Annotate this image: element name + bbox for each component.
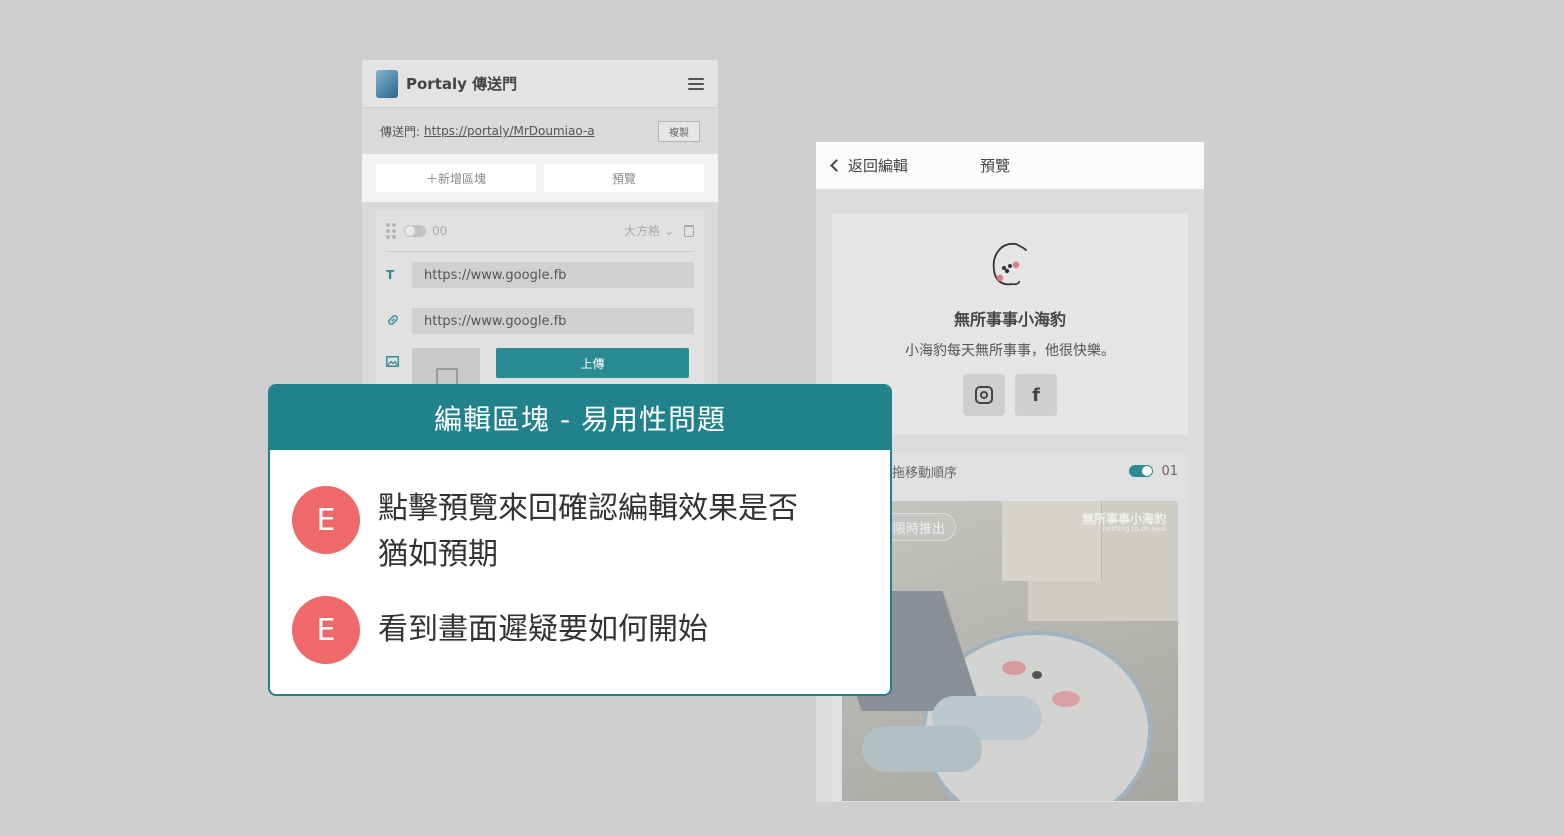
editor-actions: ＋新增區塊 預覽: [362, 154, 718, 202]
callout-item: E 看到畫面遲疑要如何開始: [292, 596, 818, 664]
editor-header: Portaly 傳送門: [362, 60, 718, 108]
link-icon: [386, 313, 412, 330]
seal-avatar: [986, 238, 1034, 290]
link-field-row: https://www.google.fb: [386, 298, 694, 344]
upload-button[interactable]: 上傳: [496, 348, 689, 378]
profile-name: 無所事事小海豹: [953, 310, 1066, 329]
back-label: 返回編輯: [848, 157, 909, 175]
instagram-button[interactable]: [963, 374, 1005, 416]
mat-nose: [1032, 671, 1042, 679]
drag-order-label: 拖移動順序: [892, 465, 958, 481]
evidence-badge: E: [292, 596, 360, 664]
media-block-index: 01: [1161, 463, 1178, 479]
block-visibility-toggle[interactable]: [404, 224, 426, 237]
back-to-edit-button[interactable]: 返回編輯: [830, 155, 909, 176]
chevron-left-icon: [830, 159, 843, 172]
product-photo[interactable]: 限時推出 無所事事小海豹 nothing to do seal: [842, 501, 1178, 801]
preview-title: 預覽: [980, 157, 1011, 175]
trash-icon[interactable]: [684, 224, 694, 237]
add-block-button[interactable]: ＋新增區塊: [376, 164, 536, 192]
image-icon: [386, 348, 412, 371]
copy-button[interactable]: 複製: [658, 120, 700, 142]
photo-watermark: 無所事事小海豹 nothing to do seal: [1081, 512, 1166, 534]
profile-description: 小海豹每天無所事事，他很快樂。: [905, 343, 1115, 359]
portal-label: 傳送門:: [380, 124, 421, 139]
portal-url-row: 傳送門: https://portaly/MrDoumiao-a 複製: [362, 108, 718, 154]
watermark-text: 無所事事小海豹: [1081, 512, 1166, 526]
editor-panel: Portaly 傳送門 傳送門: https://portaly/MrDoumi…: [362, 60, 718, 420]
mat-cheek-right: [1052, 691, 1080, 707]
media-visibility-toggle[interactable]: [1129, 465, 1154, 477]
evidence-badge: E: [292, 486, 360, 554]
menu-icon[interactable]: [688, 77, 704, 90]
usability-callout: 編輯區塊 - 易用性問題 E 點擊預覽來回確認編輯效果是否猶如預期 E 看到畫面…: [268, 384, 892, 696]
link-input[interactable]: https://www.google.fb: [412, 308, 694, 334]
app-name: Portaly 傳送門: [406, 75, 518, 93]
callout-item-text: 看到畫面遲疑要如何開始: [378, 612, 708, 647]
block-index: 00: [432, 223, 448, 238]
callout-title: 編輯區塊 - 易用性問題: [270, 386, 890, 450]
block-size-select[interactable]: 大方格 ⌄: [624, 222, 674, 239]
preview-button[interactable]: 預覽: [544, 164, 704, 192]
portaly-logo-icon: [376, 69, 398, 98]
callout-item: E 點擊預覽來回確認編輯效果是否猶如預期: [292, 486, 818, 578]
title-input[interactable]: https://www.google.fb: [412, 262, 694, 288]
text-icon: T: [386, 268, 395, 282]
title-field-row: T https://www.google.fb: [386, 252, 694, 298]
slipper-left: [862, 726, 982, 772]
facebook-icon: f: [1032, 384, 1040, 406]
limited-tag: 限時推出: [882, 513, 957, 541]
mat-cheek-left: [1002, 661, 1026, 675]
facebook-button[interactable]: f: [1015, 374, 1057, 416]
preview-topbar: 返回編輯 預覽: [816, 142, 1204, 189]
drag-handle-icon[interactable]: [386, 222, 396, 239]
watermark-subtext: nothing to do seal: [1102, 525, 1166, 534]
instagram-icon: [975, 386, 993, 404]
portal-url-link[interactable]: https://portaly/MrDoumiao-a: [424, 124, 595, 138]
callout-item-text: 點擊預覽來回確認編輯效果是否猶如預期: [378, 491, 798, 572]
block-toolbar: 00 大方格 ⌄: [386, 210, 694, 252]
